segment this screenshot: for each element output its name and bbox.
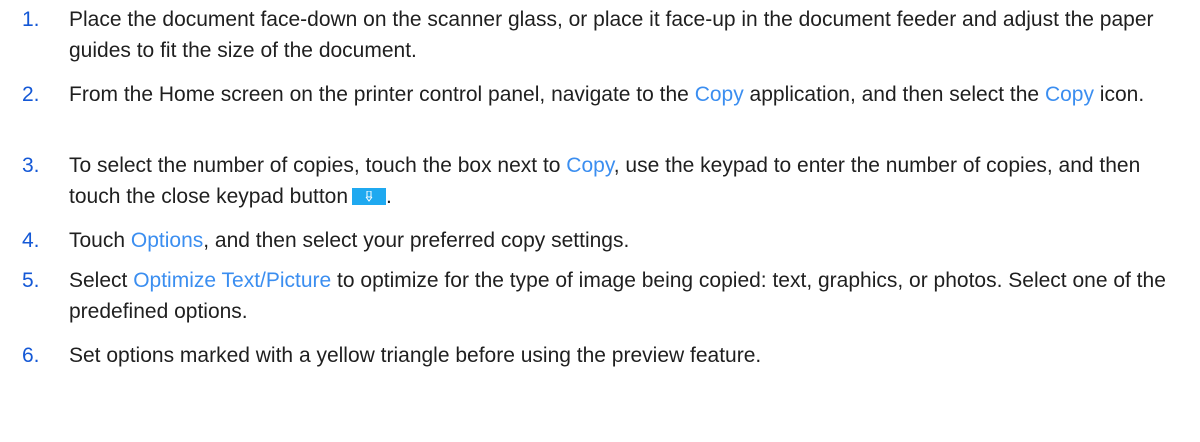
step-text-content: To select the number of copies, touch th… — [69, 154, 567, 177]
copy-box-link[interactable]: Copy — [566, 154, 613, 177]
step-number: 4. — [22, 229, 40, 252]
options-link[interactable]: Options — [131, 229, 203, 252]
step-text-content: Select — [69, 269, 134, 292]
step-text: Place the document face-down on the scan… — [69, 4, 1169, 66]
step-text-content: . — [386, 185, 392, 208]
step-text: Touch Options, and then select your pref… — [69, 225, 1169, 256]
step-number: 5. — [22, 269, 40, 292]
step-number: 1. — [22, 8, 40, 31]
close-keypad-button[interactable] — [352, 188, 387, 205]
step-text-content: Touch — [69, 229, 131, 252]
copy-app-link[interactable]: Copy — [695, 83, 744, 106]
step-text-content: icon. — [1093, 83, 1145, 106]
step-text-content: application, and then select the — [743, 83, 1045, 106]
step-text: Select Optimize Text/Picture to optimize… — [69, 265, 1169, 327]
step-number: 2. — [22, 83, 40, 106]
close-keypad-icon — [365, 191, 373, 202]
step-text: Set options marked with a yellow triangl… — [69, 340, 1169, 371]
step-text-content: From the Home screen on the printer cont… — [69, 83, 695, 106]
step-text: From the Home screen on the printer cont… — [69, 79, 1169, 110]
step-text-content: , and then select your preferred copy se… — [203, 229, 630, 252]
step-text: To select the number of copies, touch th… — [69, 150, 1169, 212]
optimize-text-picture-link[interactable]: Optimize Text/Picture — [133, 269, 331, 292]
step-number: 3. — [22, 154, 40, 177]
copy-icon-link[interactable]: Copy — [1045, 83, 1094, 106]
step-number: 6. — [22, 344, 40, 367]
step-text-content: Set options marked with a yellow triangl… — [69, 344, 762, 367]
step-text-content: Place the document face-down on the scan… — [69, 8, 1154, 62]
